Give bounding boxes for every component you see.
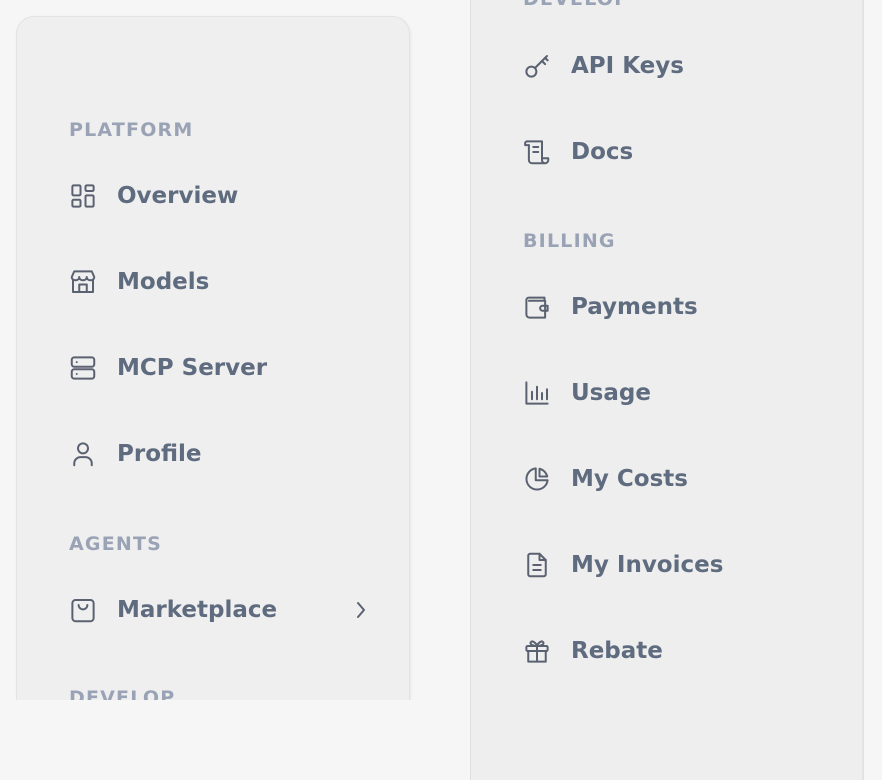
- sidebar-item-rebate[interactable]: Rebate: [521, 629, 821, 673]
- sidebar-item-label: Usage: [571, 380, 651, 406]
- sidebar-item-payments[interactable]: Payments: [521, 285, 821, 329]
- section-label-develop: DEVELOP: [523, 0, 629, 10]
- storefront-icon: [67, 266, 99, 298]
- sidebar-item-label: Marketplace: [117, 597, 278, 623]
- sidebar-item-overview[interactable]: Overview: [67, 174, 367, 218]
- section-label-billing: BILLING: [523, 230, 616, 252]
- sidebar-item-mcp-server[interactable]: MCP Server: [67, 346, 367, 390]
- server-icon: [67, 352, 99, 384]
- dashboard-grid-icon: [67, 180, 99, 212]
- left-sidebar-viewport: PLATFORM Overview Models MCP Server Prof…: [0, 0, 440, 700]
- sidebar-item-label: Models: [117, 269, 210, 295]
- sidebar-item-usage[interactable]: Usage: [521, 371, 821, 415]
- left-sidebar: PLATFORM Overview Models MCP Server Prof…: [16, 16, 410, 700]
- sidebar-item-models[interactable]: Models: [67, 260, 367, 304]
- key-icon: [521, 50, 553, 82]
- pie-chart-icon: [521, 463, 553, 495]
- sidebar-item-label: My Costs: [571, 466, 688, 492]
- chevron-right-icon[interactable]: [351, 598, 371, 622]
- sidebar-item-api-keys[interactable]: API Keys: [521, 44, 821, 88]
- shopping-bag-icon: [67, 594, 99, 626]
- sidebar-item-label: MCP Server: [117, 355, 268, 381]
- sidebar-item-label: API Keys: [571, 53, 684, 79]
- document-icon: [521, 549, 553, 581]
- sidebar-item-label: My Invoices: [571, 552, 724, 578]
- section-label-agents: AGENTS: [69, 533, 163, 555]
- sidebar-item-my-costs[interactable]: My Costs: [521, 457, 821, 501]
- sidebar-item-label: Docs: [571, 139, 634, 165]
- sidebar-item-label: Overview: [117, 183, 239, 209]
- right-sidebar: DEVELOP API Keys: [470, 0, 864, 780]
- user-icon: [67, 438, 99, 470]
- page: PLATFORM Overview Models MCP Server Prof…: [0, 0, 882, 780]
- sidebar-item-profile[interactable]: Profile: [67, 432, 367, 476]
- sidebar-item-label: Rebate: [571, 638, 663, 664]
- wallet-icon: [521, 291, 553, 323]
- sidebar-item-label: Profile: [117, 441, 202, 467]
- section-label-platform: PLATFORM: [69, 119, 194, 141]
- sidebar-item-docs[interactable]: Docs: [521, 130, 821, 174]
- bar-chart-icon: [521, 377, 553, 409]
- gift-icon: [521, 635, 553, 667]
- sidebar-item-my-invoices[interactable]: My Invoices: [521, 543, 821, 587]
- sidebar-item-label: Payments: [571, 294, 698, 320]
- scroll-icon: [521, 136, 553, 168]
- section-label-develop: DEVELOP: [69, 687, 176, 700]
- sidebar-item-marketplace[interactable]: Marketplace: [67, 588, 367, 632]
